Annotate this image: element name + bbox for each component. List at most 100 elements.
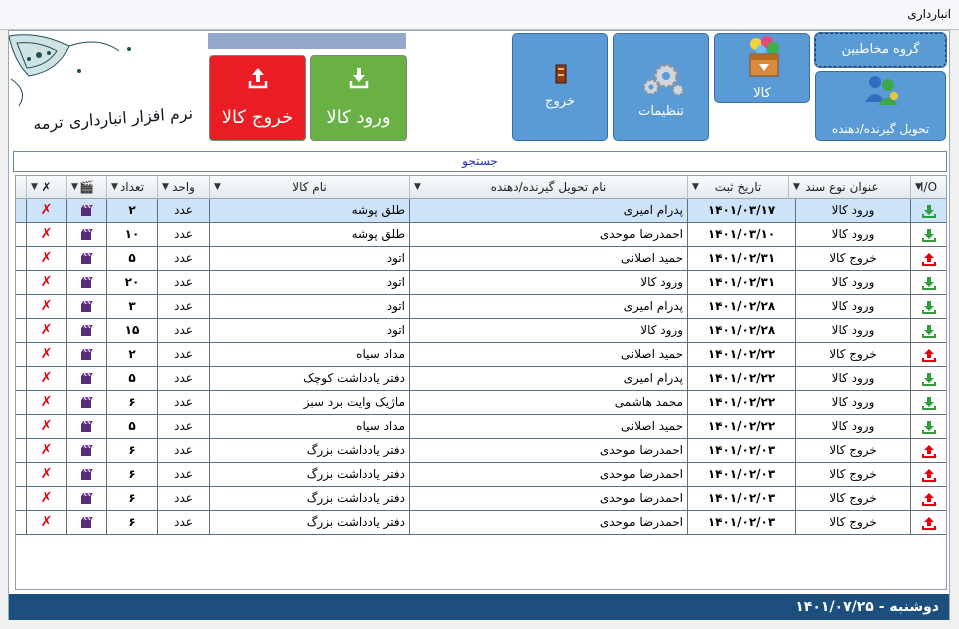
edit-icon[interactable] bbox=[66, 511, 106, 534]
receivers-button[interactable]: تحویل گیرنده/دهنده bbox=[815, 71, 946, 141]
delete-icon[interactable]: ✗ bbox=[26, 247, 66, 270]
table-row[interactable]: خروج کالا ۱۴۰۱/۰۲/۲۲ حمید اصلانی مداد سیاه ع… bbox=[16, 343, 946, 367]
header-qty-label: تعداد bbox=[119, 180, 145, 194]
cell-date: ۱۴۰۱/۰۲/۳۱ bbox=[687, 271, 795, 294]
exit-button[interactable]: خروج bbox=[512, 33, 608, 141]
download-icon bbox=[910, 367, 946, 390]
chevron-down-icon: ▼ bbox=[414, 182, 421, 192]
upload-icon bbox=[248, 68, 268, 89]
placeholder-bar bbox=[208, 33, 406, 49]
settings-button[interactable]: تنظیمات bbox=[613, 33, 709, 141]
gears-icon bbox=[643, 63, 684, 96]
cell-qty: ۶ bbox=[106, 463, 157, 486]
cell-qty: ۶ bbox=[106, 391, 157, 414]
cell-person: پدرام امیری bbox=[409, 367, 687, 390]
delete-icon[interactable]: ✗ bbox=[26, 463, 66, 486]
cell-date: ۱۴۰۱/۰۲/۰۳ bbox=[687, 487, 795, 510]
delete-icon[interactable]: ✗ bbox=[26, 319, 66, 342]
header-doc-type[interactable]: عنوان نوع سند ▼ bbox=[788, 176, 895, 199]
header-unit[interactable]: واحد ▼ bbox=[157, 176, 209, 199]
cell-date: ۱۴۰۱/۰۲/۰۳ bbox=[687, 439, 795, 462]
header-goods[interactable]: نام کالا ▼ bbox=[209, 176, 409, 199]
header-person[interactable]: نام تحویل گیرنده/دهنده ▼ bbox=[409, 176, 687, 199]
table-row[interactable]: ورود کالا ۱۴۰۱/۰۲/۲۸ ورود کالا اتود عدد ۱۵ ✗ bbox=[16, 319, 946, 343]
upload-icon bbox=[910, 343, 946, 366]
delete-icon[interactable]: ✗ bbox=[26, 223, 66, 246]
table-row[interactable]: خروج کالا ۱۴۰۱/۰۲/۳۱ حمید اصلانی اتود عدد ۵ ✗ bbox=[16, 247, 946, 271]
header-date[interactable]: تاریخ ثبت ▼ bbox=[687, 176, 788, 199]
table-row[interactable]: خروج کالا ۱۴۰۱/۰۲/۰۳ احمدرضا موحدی دفتر یاد… bbox=[16, 439, 946, 463]
edit-column-icon: 🎬 bbox=[79, 180, 94, 194]
edit-icon[interactable] bbox=[66, 463, 106, 486]
upload-icon bbox=[910, 463, 946, 486]
table-row[interactable]: ورود کالا ۱۴۰۱/۰۲/۲۲ پدرام امیری دفتر یاددا… bbox=[16, 367, 946, 391]
delete-icon[interactable]: ✗ bbox=[26, 415, 66, 438]
edit-icon[interactable] bbox=[66, 199, 106, 222]
download-icon bbox=[910, 223, 946, 246]
edit-icon[interactable] bbox=[66, 343, 106, 366]
delete-icon[interactable]: ✗ bbox=[26, 295, 66, 318]
contact-groups-button[interactable]: گروه مخاطبین bbox=[814, 32, 947, 68]
download-icon bbox=[910, 391, 946, 414]
cell-unit: عدد bbox=[157, 343, 209, 366]
table-row[interactable]: خروج کالا ۱۴۰۱/۰۲/۰۳ احمدرضا موحدی دفتر یاد… bbox=[16, 463, 946, 487]
delete-icon[interactable]: ✗ bbox=[26, 271, 66, 294]
delete-glyph: ✗ bbox=[40, 250, 53, 266]
receivers-label: تحویل گیرنده/دهنده bbox=[831, 122, 930, 136]
table-row[interactable]: خروج کالا ۱۴۰۱/۰۲/۰۳ احمدرضا موحدی دفتر یاد… bbox=[16, 487, 946, 511]
cell-date: ۱۴۰۱/۰۲/۰۳ bbox=[687, 511, 795, 534]
goods-in-button[interactable]: ورود کالا bbox=[310, 55, 407, 141]
delete-glyph: ✗ bbox=[40, 466, 53, 482]
cell-doc-type: خروج کالا bbox=[795, 463, 910, 486]
delete-icon[interactable]: ✗ bbox=[26, 391, 66, 414]
goods-out-button[interactable]: خروج کالا bbox=[209, 55, 306, 141]
header-qty[interactable]: تعداد ▼ bbox=[106, 176, 157, 199]
cell-unit: عدد bbox=[157, 415, 209, 438]
edit-icon[interactable] bbox=[66, 223, 106, 246]
edit-icon[interactable] bbox=[66, 247, 106, 270]
table-row[interactable]: ورود کالا ۱۴۰۱/۰۳/۱۰ احمدرضا موحدی طلق پوشه… bbox=[16, 223, 946, 247]
delete-icon[interactable]: ✗ bbox=[26, 511, 66, 534]
cell-date: ۱۴۰۱/۰۲/۲۲ bbox=[687, 415, 795, 438]
edit-icon[interactable] bbox=[66, 295, 106, 318]
table-row[interactable]: ورود کالا ۱۴۰۱/۰۲/۲۸ پدرام امیری اتود عدد ۳ ✗ bbox=[16, 295, 946, 319]
cell-unit: عدد bbox=[157, 511, 209, 534]
client-area: نرم افزار انبارداری ترمه خروج کالا ورود … bbox=[8, 30, 950, 620]
cell-qty: ۶ bbox=[106, 439, 157, 462]
cell-doc-type: ورود کالا bbox=[795, 367, 910, 390]
table-row[interactable]: ورود کالا ۱۴۰۱/۰۲/۲۲ محمد هاشمی ماژیک وایت … bbox=[16, 391, 946, 415]
cell-person: احمدرضا موحدی bbox=[409, 463, 687, 486]
delete-icon[interactable]: ✗ bbox=[26, 343, 66, 366]
cell-doc-type: ورود کالا bbox=[795, 271, 910, 294]
edit-icon[interactable] bbox=[66, 439, 106, 462]
download-icon bbox=[910, 295, 946, 318]
edit-icon[interactable] bbox=[66, 415, 106, 438]
header-io[interactable]: I/O ▼ bbox=[910, 176, 946, 199]
goods-label: کالا bbox=[753, 86, 771, 101]
table-row[interactable]: خروج کالا ۱۴۰۱/۰۲/۰۳ احمدرضا موحدی دفتر یاد… bbox=[16, 511, 946, 535]
header-delete[interactable]: ✗ ▼ bbox=[26, 176, 66, 199]
table-row[interactable]: ورود کالا ۱۴۰۱/۰۲/۳۱ ورود کالا اتود عدد ۲۰ ✗ bbox=[16, 271, 946, 295]
cell-date: ۱۴۰۱/۰۲/۲۲ bbox=[687, 391, 795, 414]
edit-icon[interactable] bbox=[66, 391, 106, 414]
goods-button[interactable]: کالا bbox=[714, 33, 810, 103]
delete-icon[interactable]: ✗ bbox=[26, 199, 66, 222]
main-window: انبارداری نرم افزار انبارداری ترمه خروج … bbox=[0, 0, 959, 629]
edit-icon[interactable] bbox=[66, 319, 106, 342]
cell-person: حمید اصلانی bbox=[409, 415, 687, 438]
table-row[interactable]: ورود کالا ۱۴۰۱/۰۲/۲۲ حمید اصلانی مداد سیاه ع… bbox=[16, 415, 946, 439]
edit-icon[interactable] bbox=[66, 367, 106, 390]
header-edit[interactable]: 🎬 ▼ bbox=[66, 176, 106, 199]
cell-qty: ۱۵ bbox=[106, 319, 157, 342]
edit-icon[interactable] bbox=[66, 271, 106, 294]
cell-doc-type: خروج کالا bbox=[795, 487, 910, 510]
table-row[interactable]: ورود کالا ۱۴۰۱/۰۳/۱۷ پدرام امیری طلق پوشه عد… bbox=[16, 199, 946, 223]
delete-glyph: ✗ bbox=[40, 346, 53, 362]
delete-icon[interactable]: ✗ bbox=[26, 487, 66, 510]
chevron-down-icon: ▼ bbox=[214, 182, 221, 192]
delete-icon[interactable]: ✗ bbox=[26, 439, 66, 462]
edit-icon[interactable] bbox=[66, 487, 106, 510]
search-box[interactable]: جستجو bbox=[13, 151, 947, 172]
delete-icon[interactable]: ✗ bbox=[26, 367, 66, 390]
cell-doc-type: ورود کالا bbox=[795, 391, 910, 414]
